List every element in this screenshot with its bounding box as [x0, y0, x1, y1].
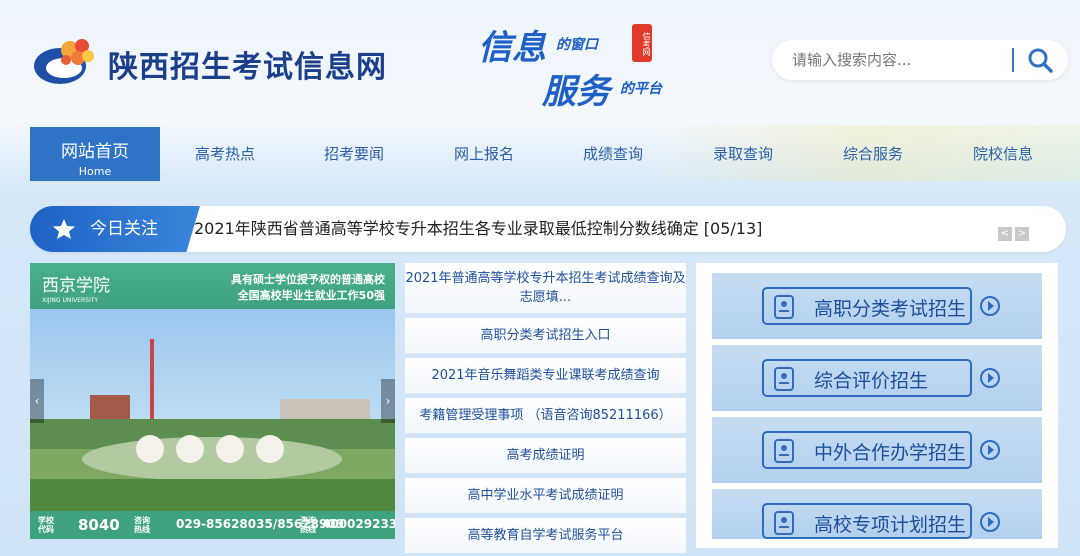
document-icon: [774, 439, 794, 463]
quick-link-upgrade-score[interactable]: 2021年普通高等学校专升本招生考试成绩查询及志愿填...: [405, 263, 686, 313]
arrow-circle-icon: [980, 368, 1000, 388]
slide-hotline-label: 咨询 热线: [134, 516, 150, 534]
comprehensive-evaluation-label: 综合评价招生: [814, 370, 929, 392]
sino-foreign-admission-label: 中外合作办学招生: [814, 442, 967, 464]
nav-item-online-registration[interactable]: 网上报名: [419, 127, 549, 181]
nav-item-admission-query[interactable]: 录取查询: [678, 127, 808, 181]
focus-next-button[interactable]: >: [1015, 227, 1029, 241]
today-focus-headline[interactable]: 2021年陕西省普通高等学校专升本招生各专业录取最低控制分数线确定 [05/13…: [194, 206, 762, 252]
site-logo[interactable]: [30, 26, 102, 92]
slide-line-1: 具有硕士学位授予权的普通高校: [231, 273, 385, 286]
sino-foreign-admission-button[interactable]: 中外合作办学招生: [712, 417, 1042, 483]
search-box: [772, 40, 1068, 80]
nav-home-label: 网站首页: [61, 142, 129, 162]
quick-link-record-management[interactable]: 考籍管理受理事项 （语音咨询85211166）: [405, 398, 686, 433]
focus-prev-button[interactable]: <: [998, 227, 1012, 241]
arrow-circle-icon: [980, 296, 1000, 316]
slide-hotline2-label: 咨询 热线: [300, 516, 316, 534]
nav-item-score-query[interactable]: 成绩查询: [548, 127, 678, 181]
special-plan-admission-label: 高校专项计划招生: [814, 514, 967, 536]
slogan-big-2: 服务: [542, 72, 610, 112]
sino-foreign-admission-frame: 中外合作办学招生: [762, 431, 972, 469]
vocational-admission-button[interactable]: 高职分类考试招生: [712, 273, 1042, 339]
search-icon[interactable]: [1026, 46, 1054, 74]
campus-photo: [30, 309, 395, 511]
focus-arrows: < >: [998, 221, 1032, 241]
slogan-stamp: 信考网: [632, 24, 652, 62]
slide-banner-top: 西京学院 XIJING UNIVERSITY 具有硕士学位授予权的普通高校 全国…: [30, 263, 395, 309]
document-icon: [774, 295, 794, 319]
image-slider[interactable]: 西京学院 XIJING UNIVERSITY 具有硕士学位授予权的普通高校 全国…: [30, 263, 395, 539]
slide-hotline2: 4000292339: [322, 517, 395, 531]
site-slogan: 信息 的窗口 服务 的平台 信考网: [478, 20, 688, 112]
admission-types-panel: 高职分类考试招生 综合评价招生 中外合作办学招生 高校专项计划招生: [696, 263, 1058, 548]
slider-prev-button[interactable]: ‹: [30, 379, 44, 423]
quick-link-music-dance-score[interactable]: 2021年音乐舞蹈类专业课联考成绩查询: [405, 358, 686, 393]
vocational-admission-label: 高职分类考试招生: [814, 298, 967, 320]
slide-banner-bottom: 学校 代码 8040 咨询 热线 029-85628035/85628909 咨…: [30, 511, 395, 539]
nav-home-sub: Home: [78, 165, 112, 178]
document-icon: [774, 367, 794, 391]
slogan-big-1: 信息: [478, 28, 546, 68]
nav-item-services[interactable]: 综合服务: [808, 127, 938, 181]
comprehensive-evaluation-frame: 综合评价招生: [762, 359, 972, 397]
arrow-circle-icon: [980, 440, 1000, 460]
search-divider: [1012, 48, 1014, 72]
slider-next-button[interactable]: ›: [381, 379, 395, 423]
site-header: 陕西招生考试信息网 信息 的窗口 服务 的平台 信考网: [0, 0, 1080, 125]
quick-link-gaokao-certificate[interactable]: 高考成绩证明: [405, 438, 686, 473]
slide-code-label: 学校 代码: [38, 516, 54, 534]
nav-home[interactable]: 网站首页 Home: [30, 127, 160, 181]
nav-item-colleges[interactable]: 院校信息: [938, 127, 1068, 181]
quick-link-self-study-platform[interactable]: 高等教育自学考试服务平台: [405, 518, 686, 553]
nav-item-gaokao-hot[interactable]: 高考热点: [160, 127, 290, 181]
star-icon: [53, 219, 75, 239]
special-plan-admission-button[interactable]: 高校专项计划招生: [712, 489, 1042, 539]
today-focus-tag: 今日关注: [30, 206, 200, 252]
today-focus-bar: 今日关注 2021年陕西省普通高等学校专升本招生各专业录取最低控制分数线确定 […: [30, 206, 1066, 252]
quick-link-academic-level-certificate[interactable]: 高中学业水平考试成绩证明: [405, 478, 686, 513]
slide-school-name: 西京学院 XIJING UNIVERSITY: [42, 276, 110, 304]
quick-links-list: 2021年普通高等学校专升本招生考试成绩查询及志愿填... 高职分类考试招生入口…: [405, 263, 686, 556]
special-plan-admission-frame: 高校专项计划招生: [762, 503, 972, 539]
slide-school-code: 8040: [78, 516, 120, 534]
document-icon: [774, 511, 794, 535]
slogan-small-1: 的窗口: [556, 37, 598, 53]
slogan-small-2: 的平台: [620, 81, 662, 97]
comprehensive-evaluation-button[interactable]: 综合评价招生: [712, 345, 1042, 411]
today-focus-label: 今日关注: [90, 219, 158, 239]
site-title: 陕西招生考试信息网: [108, 50, 387, 85]
arrow-circle-icon: [980, 512, 1000, 532]
nav-item-news[interactable]: 招考要闻: [289, 127, 419, 181]
quick-link-vocational-entry[interactable]: 高职分类考试招生入口: [405, 318, 686, 353]
slide-line-2: 全国高校毕业生就业工作50强: [237, 289, 385, 302]
search-input[interactable]: [792, 48, 1012, 72]
main-nav: 网站首页 Home 高考热点 招考要闻 网上报名 成绩查询 录取查询 综合服务 …: [0, 125, 1080, 181]
vocational-admission-frame: 高职分类考试招生: [762, 287, 972, 325]
